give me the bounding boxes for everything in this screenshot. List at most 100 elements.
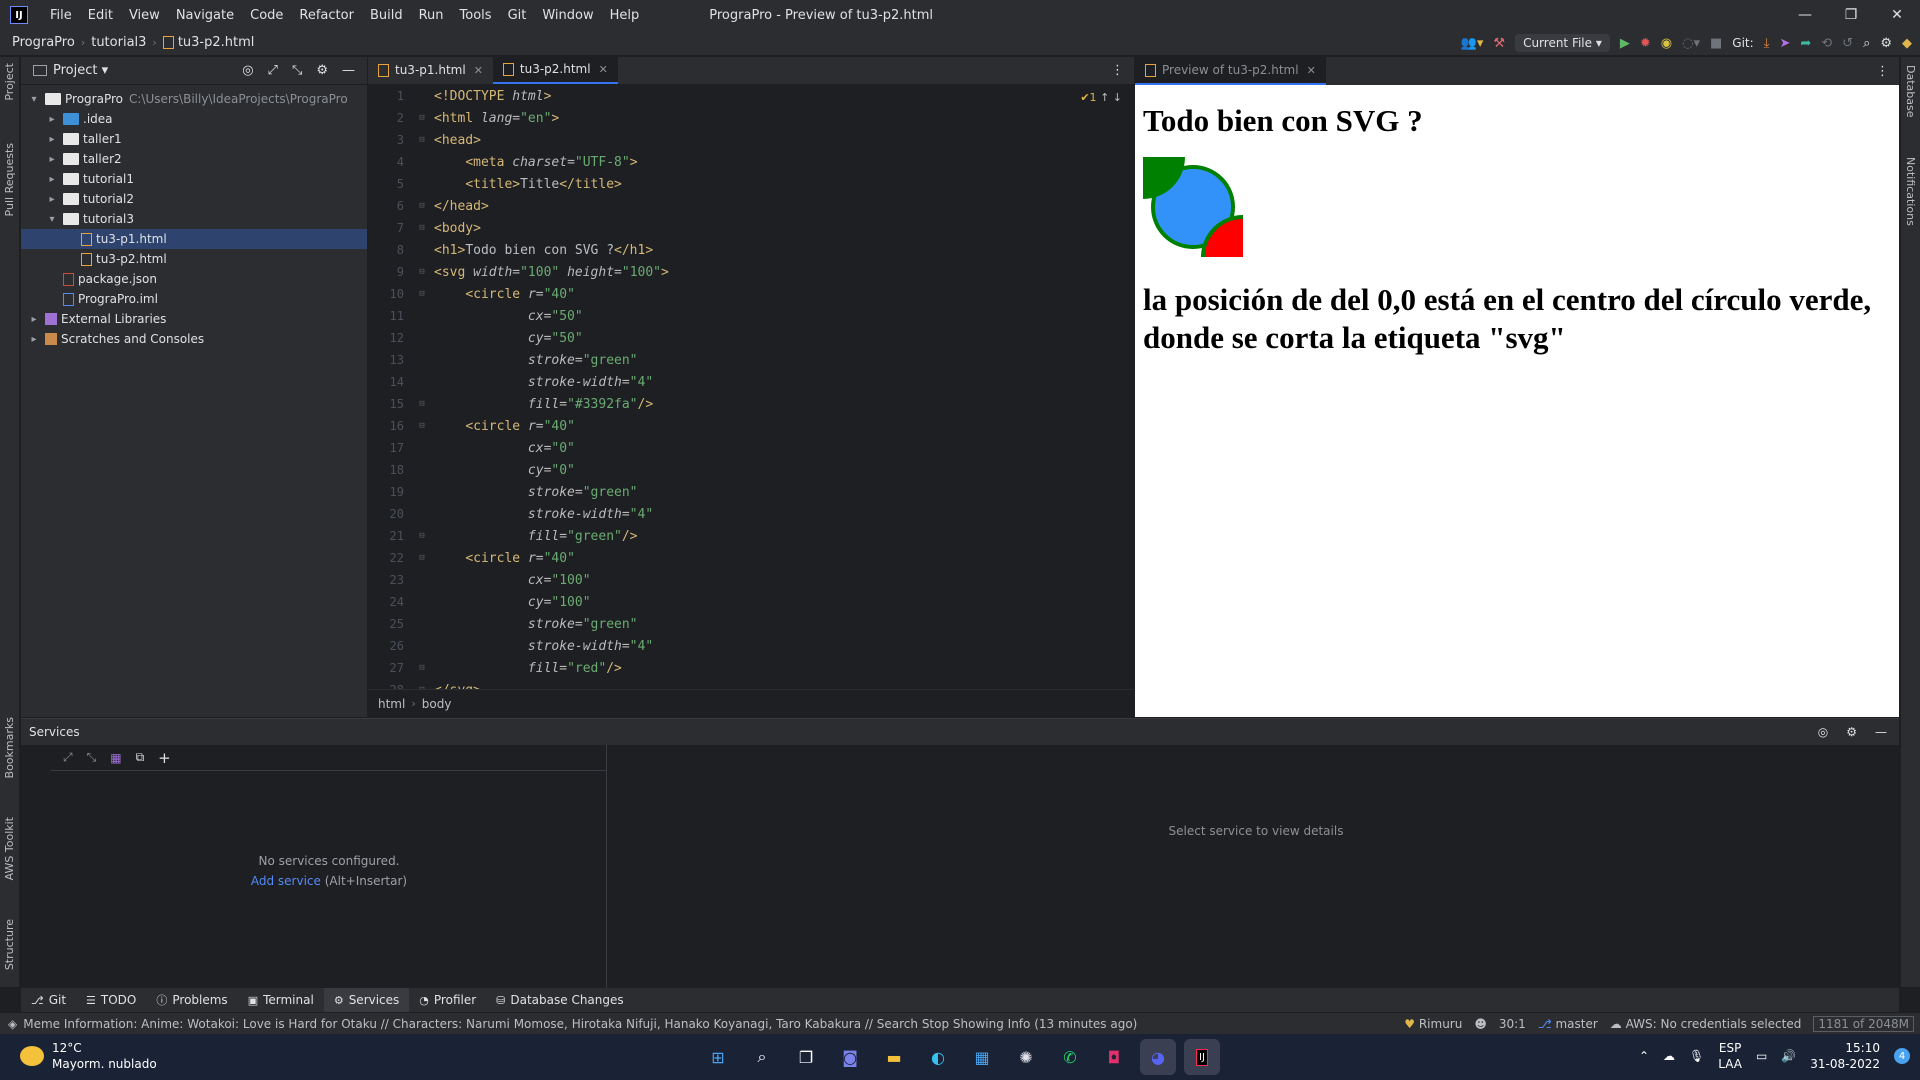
add-service-link[interactable]: Add service (251, 874, 321, 888)
microphone-icon[interactable]: 🎙 (1689, 1049, 1704, 1063)
file-explorer-icon[interactable]: ▬ (876, 1039, 912, 1075)
fold-icon[interactable]: ⊟ (410, 553, 434, 563)
memory-indicator[interactable]: 1181 of 2048M (1813, 1016, 1914, 1032)
code-line[interactable]: 19 stroke= "green" (368, 481, 1134, 503)
menu-navigate[interactable]: Navigate (168, 8, 242, 23)
fold-icon[interactable]: ⊟ (410, 399, 434, 409)
fold-icon[interactable]: ⊟ (410, 421, 434, 431)
code-line[interactable]: 18 cy= "0" (368, 459, 1134, 481)
code-line[interactable]: 21 ⊟ fill= "green"/> (368, 525, 1134, 547)
rollback-icon[interactable]: ↺ (1842, 36, 1853, 51)
menu-tools[interactable]: Tools (452, 8, 500, 23)
caret-position[interactable]: 30:1 (1499, 1017, 1526, 1031)
code-line[interactable]: 15 ⊟ fill= "#3392fa"/> (368, 393, 1134, 415)
code-line[interactable]: 14 stroke-width= "4" (368, 371, 1134, 393)
notifications-tool-button[interactable]: Notifications (1904, 157, 1917, 226)
code-line[interactable]: 13 stroke= "green" (368, 349, 1134, 371)
chevron-up-icon[interactable]: ⌃ (1639, 1049, 1649, 1063)
project-view-select[interactable]: Project ▾ (53, 63, 108, 78)
hide-icon[interactable]: — (342, 63, 355, 78)
settings-icon[interactable]: ⚙ (1880, 36, 1892, 51)
menu-help[interactable]: Help (602, 8, 648, 23)
menu-run[interactable]: Run (411, 8, 452, 23)
tree-item[interactable]: ▸ External Libraries (21, 309, 367, 329)
clock[interactable]: 15:10 31-08-2022 (1810, 1040, 1880, 1072)
bookmarks-tool-button[interactable]: Bookmarks (3, 717, 16, 778)
language-indicator[interactable]: ESP LAA (1718, 1040, 1742, 1072)
code-line[interactable]: 16 ⊟ <circle r= "40" (368, 415, 1134, 437)
close-tab-icon[interactable]: ✕ (474, 64, 483, 77)
tool-window-profiler[interactable]: ◔ Profiler (409, 988, 486, 1012)
code-line[interactable]: 11 cx= "50" (368, 305, 1134, 327)
fold-icon[interactable]: ⊟ (410, 223, 434, 233)
target-icon[interactable]: ◎ (1818, 725, 1828, 739)
code-area[interactable]: 1 <!DOCTYPE html >2 ⊟ <html lang= "en" >3 ⊟ <hea… (368, 85, 1134, 690)
weather-widget[interactable]: 12°C Mayorm. nublado (20, 1040, 157, 1072)
history-icon[interactable]: ⟲ (1821, 36, 1832, 51)
stop-icon[interactable]: ■ (1710, 36, 1722, 51)
breadcrumb-folder[interactable]: tutorial3 (91, 35, 146, 50)
menu-view[interactable]: View (121, 8, 168, 23)
tree-item[interactable]: ▾ PrograPro C:\Users\Billy\IdeaProjects\Pr… (21, 89, 367, 109)
database-tool-button[interactable]: Database (1904, 65, 1917, 118)
tree-item[interactable]: ▾ tutorial3 (21, 209, 367, 229)
menu-window[interactable]: Window (534, 8, 601, 23)
pull-requests-tool-button[interactable]: Pull Requests (3, 143, 16, 216)
tab-preview[interactable]: Preview of tu3-p2.html ✕ (1135, 57, 1326, 85)
collapse-icon[interactable]: ⤡ (87, 750, 97, 765)
hide-icon[interactable]: — (1875, 725, 1887, 739)
breadcrumb-body[interactable]: body (422, 697, 452, 711)
code-line[interactable]: 2 ⊟ <html lang= "en" > (368, 107, 1134, 129)
aws-widget[interactable]: ☁ AWS: No credentials selected (1610, 1017, 1802, 1031)
locate-icon[interactable]: ◎ (242, 63, 253, 78)
search-icon[interactable]: ⌕ (744, 1039, 780, 1075)
breadcrumb-html[interactable]: html (378, 697, 405, 711)
tree-item[interactable]: ▸ taller1 (21, 129, 367, 149)
minimize-icon[interactable]: — (1782, 0, 1828, 30)
search-icon[interactable]: ⌕ (1863, 36, 1870, 51)
structure-tool-button[interactable]: Structure (3, 919, 16, 970)
inspection-widget[interactable]: ✔1 ↑ ↓ (1080, 91, 1122, 104)
hammer-icon[interactable]: ⚒ (1493, 36, 1505, 51)
menu-file[interactable]: File (42, 8, 80, 23)
status-message[interactable]: Meme Information: Anime: Wotakoi: Love i… (23, 1017, 1137, 1031)
fold-icon[interactable]: ⊟ (410, 113, 434, 123)
filter-icon[interactable]: ⧉ (136, 750, 145, 765)
tool-window-terminal[interactable]: ▣ Terminal (238, 988, 324, 1012)
close-tab-icon[interactable]: ✕ (599, 63, 608, 76)
chevron-right-icon[interactable]: ▸ (45, 114, 59, 125)
more-tabs-icon[interactable]: ⋮ (1876, 64, 1889, 79)
code-line[interactable]: 17 cx= "0" (368, 437, 1134, 459)
chevron-right-icon[interactable]: ▸ (45, 174, 59, 185)
gear-icon[interactable]: ⚙ (1846, 725, 1857, 739)
updates-icon[interactable]: ◆ (1902, 36, 1912, 51)
tree-item[interactable]: tu3-p1.html (21, 229, 367, 249)
menu-build[interactable]: Build (362, 8, 411, 23)
user-widget[interactable]: ♥ Rimuru (1404, 1017, 1462, 1031)
restore-icon[interactable]: ❐ (1828, 0, 1874, 30)
volume-icon[interactable]: 🔊 (1781, 1049, 1796, 1063)
menu-git[interactable]: Git (500, 8, 535, 23)
chevron-right-icon[interactable]: ▸ (27, 314, 41, 325)
project-tool-button[interactable]: Project (3, 63, 16, 101)
code-line[interactable]: 23 cx= "100" (368, 569, 1134, 591)
fold-icon[interactable]: ⊟ (410, 135, 434, 145)
run-icon[interactable]: ▶ (1620, 36, 1630, 51)
notification-badge[interactable]: 4 (1894, 1048, 1910, 1064)
chat-icon[interactable]: ◙ (832, 1039, 868, 1075)
chevron-right-icon[interactable]: ▸ (45, 154, 59, 165)
git-update-icon[interactable]: ⤓ (1764, 36, 1770, 51)
git-push-icon[interactable]: ➤ (1779, 36, 1790, 51)
store-icon[interactable]: ▦ (964, 1039, 1000, 1075)
run-configuration-select[interactable]: Current File ▾ (1515, 34, 1610, 52)
menu-code[interactable]: Code (242, 8, 291, 23)
whatsapp-icon[interactable]: ✆ (1052, 1039, 1088, 1075)
steam-icon[interactable]: ✺ (1008, 1039, 1044, 1075)
code-line[interactable]: 6 ⊟ </head> (368, 195, 1134, 217)
tree-item[interactable]: PrograPro.iml (21, 289, 367, 309)
windows-start-icon[interactable]: ⊞ (700, 1039, 736, 1075)
code-line[interactable]: 10 ⊟ <circle r= "40" (368, 283, 1134, 305)
users-icon[interactable]: 👥▾ (1461, 36, 1484, 51)
tree-item[interactable]: ▸ Scratches and Consoles (21, 329, 367, 349)
code-line[interactable]: 5 <title> Title </title> (368, 173, 1134, 195)
